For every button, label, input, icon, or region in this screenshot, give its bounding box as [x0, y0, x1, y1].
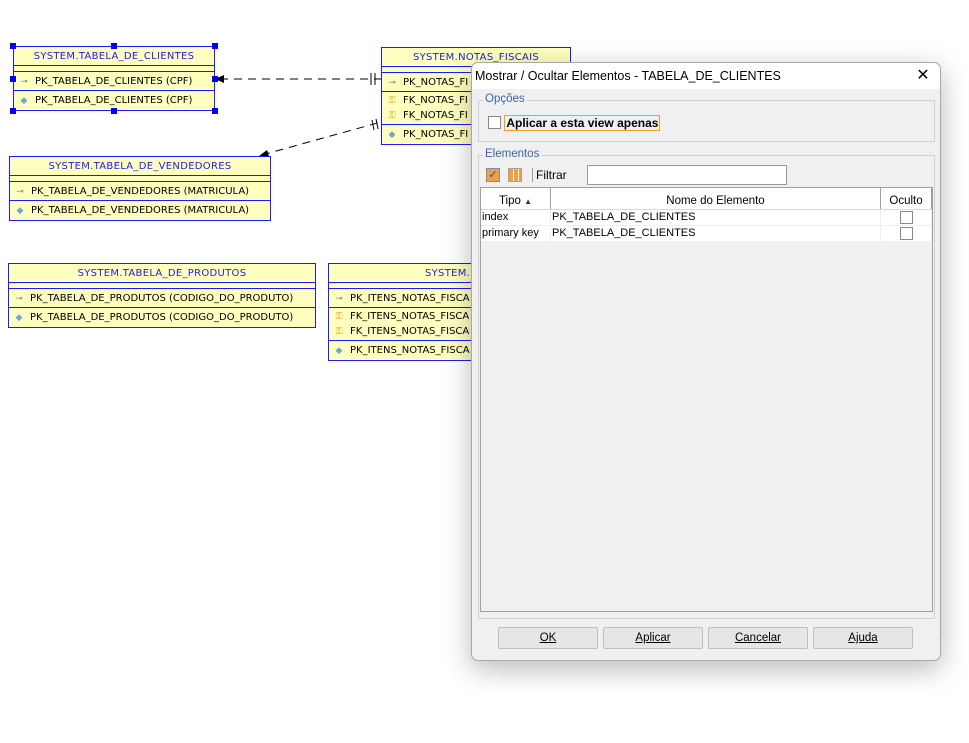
- apply-button[interactable]: Aplicar: [603, 627, 703, 649]
- key-icon: ⊸: [388, 78, 396, 88]
- cancel-button[interactable]: Cancelar: [708, 627, 808, 649]
- resize-handle[interactable]: [212, 108, 218, 114]
- index-row: PK_TABELA_DE_CLIENTES (CPF): [35, 95, 193, 106]
- table-title: SYSTEM.TABELA_DE_CLIENTES: [14, 47, 214, 66]
- checkbox-label: Aplicar a esta view apenas: [504, 114, 661, 131]
- index-row: PK_TABELA_DE_PRODUTOS (CODIGO_DO_PRODUTO…: [30, 312, 294, 323]
- dialog-title: Mostrar / Ocultar Elementos - TABELA_DE_…: [472, 63, 940, 89]
- table-produtos[interactable]: SYSTEM.TABELA_DE_PRODUTOS ⊸ PK_TABELA_DE_…: [8, 263, 316, 328]
- pk-row: PK_ITENS_NOTAS_FISCA: [350, 293, 470, 304]
- close-icon[interactable]: ✕: [912, 65, 934, 87]
- pk-row: PK_TABELA_DE_VENDEDORES (MATRICULA): [31, 186, 250, 197]
- column-header-tipo[interactable]: Tipo ▲: [481, 188, 551, 209]
- cell-tipo: index: [481, 210, 551, 225]
- index-icon: ◆: [15, 313, 23, 323]
- pk-row: PK_TABELA_DE_PRODUTOS (CODIGO_DO_PRODUTO…: [30, 293, 294, 304]
- cell-tipo: primary key: [481, 226, 551, 241]
- fk-row: FK_ITENS_NOTAS_FISCA: [350, 326, 470, 337]
- check-all-icon[interactable]: ✓: [486, 168, 500, 182]
- filter-label: Filtrar: [536, 168, 567, 182]
- index-row: PK_TABELA_DE_VENDEDORES (MATRICULA): [31, 205, 250, 216]
- resize-handle[interactable]: [10, 43, 16, 49]
- filter-input[interactable]: [587, 165, 787, 185]
- foreign-key-icon: ⚿: [335, 327, 343, 337]
- resize-handle[interactable]: [111, 108, 117, 114]
- elements-legend: Elementos: [483, 148, 542, 160]
- oculto-checkbox[interactable]: [900, 210, 913, 224]
- index-row: PK_NOTAS_FI: [403, 129, 469, 140]
- index-icon: ◆: [16, 206, 24, 216]
- cell-nome: PK_TABELA_DE_CLIENTES: [551, 226, 881, 241]
- resize-handle[interactable]: [212, 43, 218, 49]
- pk-row: PK_TABELA_DE_CLIENTES (CPF): [35, 76, 193, 87]
- fk-row: FK_NOTAS_FI: [403, 110, 468, 121]
- table-vendedores[interactable]: SYSTEM.TABELA_DE_VENDEDORES ⊸ PK_TABELA_D…: [9, 156, 271, 221]
- table-row[interactable]: index PK_TABELA_DE_CLIENTES: [481, 210, 932, 226]
- show-hide-elements-dialog: Mostrar / Ocultar Elementos - TABELA_DE_…: [471, 62, 941, 661]
- table-row[interactable]: primary key PK_TABELA_DE_CLIENTES: [481, 226, 932, 242]
- uncheck-all-icon[interactable]: [508, 168, 522, 182]
- resize-handle[interactable]: [10, 108, 16, 114]
- key-icon: ⊸: [15, 294, 23, 304]
- cell-nome: PK_TABELA_DE_CLIENTES: [551, 210, 881, 225]
- apply-view-only-checkbox[interactable]: Aplicar a esta view apenas: [488, 114, 661, 131]
- elements-table: Tipo ▲ Nome do Elemento Oculto index PK_…: [480, 187, 933, 612]
- table-title: SYSTEM.TABELA_DE_PRODUTOS: [9, 264, 315, 283]
- ok-button[interactable]: OK: [498, 627, 598, 649]
- key-icon: ⊸: [335, 294, 343, 304]
- pk-row: PK_NOTAS_FI: [403, 77, 469, 88]
- relation-vendedores-notas[interactable]: [261, 121, 382, 156]
- resize-handle[interactable]: [212, 76, 218, 82]
- resize-handle[interactable]: [10, 76, 16, 82]
- options-group: Opções Aplicar a esta view apenas: [478, 93, 935, 142]
- foreign-key-icon: ⚿: [388, 96, 396, 106]
- resize-handle[interactable]: [111, 43, 117, 49]
- key-icon: ⊸: [16, 187, 24, 197]
- index-icon: ◆: [335, 346, 343, 356]
- table-clientes[interactable]: SYSTEM.TABELA_DE_CLIENTES ⊸ PK_TABELA_DE_…: [13, 46, 215, 111]
- table-title: SYSTEM.TABELA_DE_VENDEDORES: [10, 157, 270, 176]
- help-button[interactable]: Ajuda: [813, 627, 913, 649]
- sort-ascending-icon: ▲: [524, 197, 533, 206]
- column-header-oculto[interactable]: Oculto: [881, 188, 932, 209]
- foreign-key-icon: ⚿: [388, 111, 396, 121]
- index-icon: ◆: [388, 130, 396, 140]
- fk-row: FK_ITENS_NOTAS_FISCA: [350, 311, 470, 322]
- key-icon: ⊸: [20, 77, 28, 87]
- options-legend: Opções: [483, 93, 527, 105]
- index-icon: ◆: [20, 96, 28, 106]
- oculto-checkbox[interactable]: [900, 226, 913, 240]
- checkbox[interactable]: [488, 116, 501, 130]
- fk-row: FK_NOTAS_FI: [403, 95, 468, 106]
- index-row: PK_ITENS_NOTAS_FISCA: [350, 345, 470, 356]
- foreign-key-icon: ⚿: [335, 312, 343, 322]
- column-header-nome[interactable]: Nome do Elemento: [551, 188, 881, 209]
